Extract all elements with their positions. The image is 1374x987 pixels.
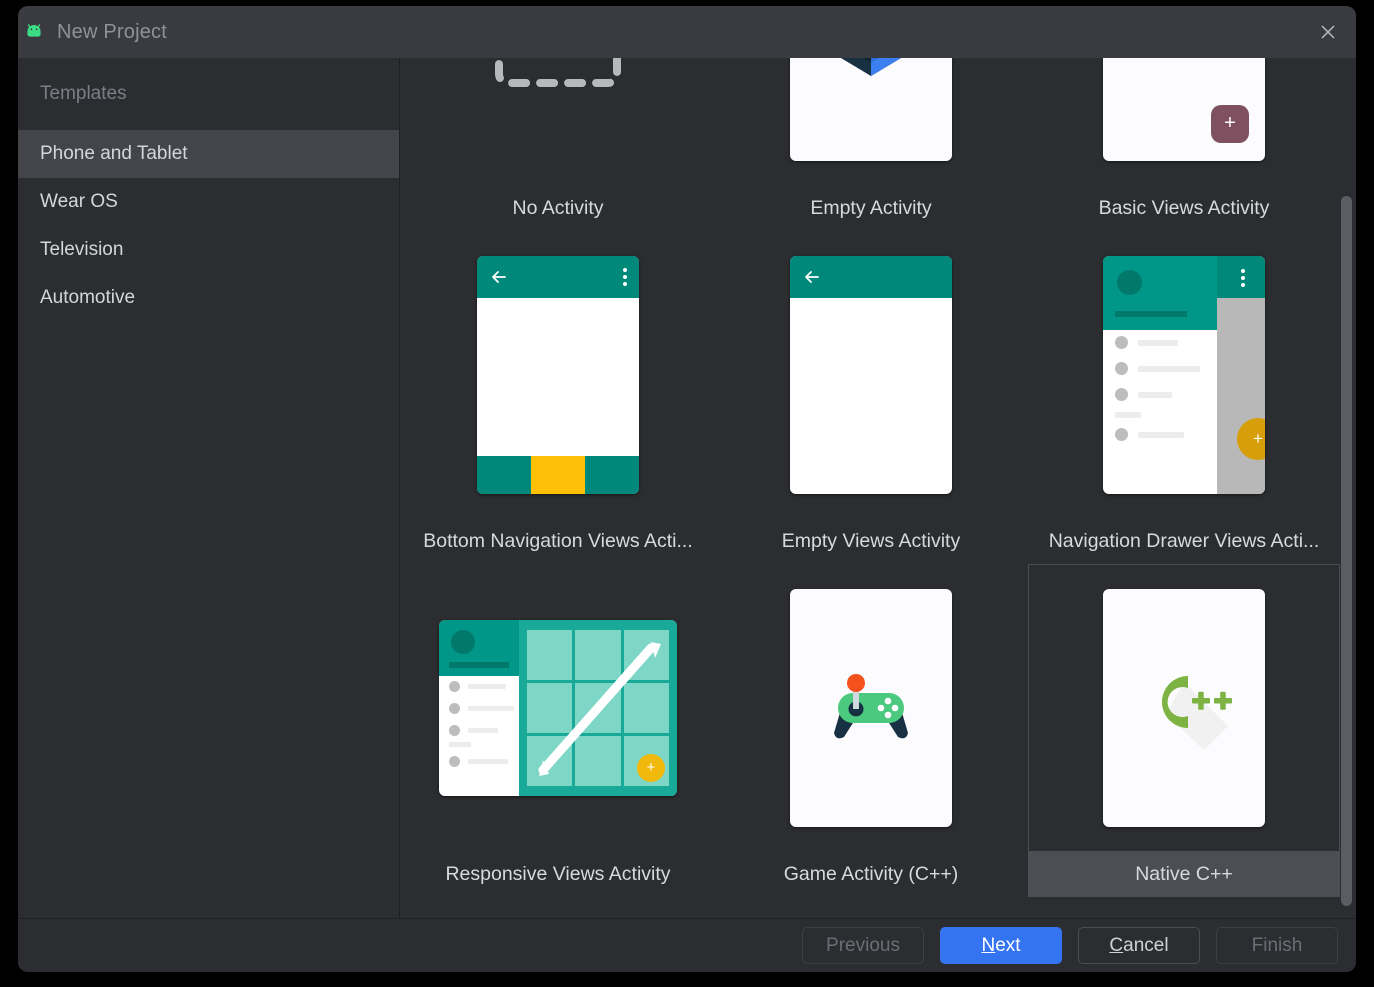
- new-project-dialog: New Project Templates Phone and Tablet W…: [18, 6, 1356, 972]
- template-thumbnail: [402, 58, 714, 185]
- template-thumbnail: [715, 231, 1027, 518]
- template-card-responsive-views-activity[interactable]: + Responsive Views Activity: [402, 564, 714, 897]
- sidebar-item-label: Phone and Tablet: [40, 143, 188, 164]
- overflow-menu-icon: [623, 267, 627, 289]
- previous-button[interactable]: Previous: [802, 927, 924, 964]
- cancel-rest: ancel: [1123, 934, 1169, 956]
- back-arrow-icon: [492, 270, 506, 283]
- dialog-title-bar: New Project: [18, 6, 1356, 58]
- floating-action-button-icon: +: [637, 753, 665, 782]
- list-item: [439, 676, 519, 698]
- app-bar: [790, 255, 952, 298]
- dialog-title: New Project: [57, 20, 168, 43]
- close-icon[interactable]: [1300, 6, 1356, 58]
- list-item: [1103, 422, 1217, 448]
- next-button[interactable]: Next: [940, 927, 1062, 964]
- template-card-navigation-drawer-views-activity[interactable]: + Navigation Drawer Views Acti...: [1028, 231, 1340, 564]
- cplusplus-logo-icon: [1103, 589, 1265, 827]
- list-item: [439, 698, 519, 720]
- finish-button[interactable]: Finish: [1216, 927, 1338, 964]
- drawer-item-list: [439, 675, 519, 784]
- gamepad-icon: [790, 588, 952, 827]
- list-item: [1103, 356, 1217, 382]
- template-card-native-cpp[interactable]: Native C++: [1028, 564, 1340, 897]
- template-label: Bottom Navigation Views Acti...: [423, 529, 693, 552]
- app-bar: [477, 255, 639, 298]
- template-thumbnail: [1028, 564, 1340, 851]
- template-thumbnail: +: [1028, 58, 1340, 185]
- next-rest: ext: [995, 934, 1021, 956]
- sidebar-header: Templates: [40, 83, 127, 104]
- dialog-button-bar: Previous Next Cancel Finish: [18, 918, 1356, 972]
- template-card-no-activity[interactable]: No Activity: [402, 58, 714, 231]
- template-thumbnail: +: [1028, 231, 1340, 518]
- cancel-button[interactable]: Cancel: [1078, 927, 1200, 964]
- template-thumbnail: [402, 231, 714, 518]
- avatar: [451, 629, 475, 654]
- sidebar-item-label: Automotive: [40, 287, 136, 308]
- dialog-body: Templates Phone and Tablet Wear OS Telev…: [18, 58, 1356, 918]
- tablet-responsive-grid-icon: +: [439, 619, 677, 796]
- template-label: Empty Views Activity: [781, 529, 961, 552]
- template-label: Native C++: [1028, 851, 1340, 897]
- cancel-mnemonic: C: [1109, 934, 1124, 956]
- next-mnemonic: N: [981, 934, 996, 956]
- finish-button-label: Finish: [1251, 934, 1303, 956]
- sidebar-item-automotive[interactable]: Automotive: [18, 274, 399, 322]
- template-thumbnail: [715, 564, 1027, 851]
- sidebar-item-phone-and-tablet[interactable]: Phone and Tablet: [18, 130, 399, 178]
- templates-scroll-content: No Activity Empty Activity + Basic Views…: [401, 58, 1340, 897]
- template-thumbnail: [715, 58, 1027, 185]
- template-label: Game Activity (C++): [783, 862, 959, 885]
- template-card-game-activity-cpp[interactable]: Game Activity (C++): [715, 564, 1027, 897]
- overflow-menu-icon: [1241, 268, 1245, 290]
- dashed-rectangle-icon: [495, 58, 621, 92]
- phone-bottom-navigation-icon: [477, 255, 639, 494]
- templates-scrollbar-thumb[interactable]: [1341, 196, 1352, 906]
- jetpack-compose-logo-icon: [790, 58, 952, 161]
- template-label: Responsive Views Activity: [445, 862, 671, 885]
- templates-scrollbar-track[interactable]: [1340, 58, 1352, 918]
- phone-empty-appbar-icon: [790, 255, 952, 494]
- sidebar-item-wear-os[interactable]: Wear OS: [18, 178, 399, 226]
- templates-sidebar: Templates Phone and Tablet Wear OS Telev…: [18, 58, 400, 918]
- bottom-navigation-bar: [477, 455, 639, 494]
- template-card-basic-views-activity[interactable]: + Basic Views Activity: [1028, 58, 1340, 231]
- list-divider-label: [1115, 411, 1141, 418]
- list-item: [439, 720, 519, 742]
- template-label: No Activity: [512, 196, 604, 219]
- android-robot-icon: [23, 21, 45, 43]
- back-arrow-icon: [805, 270, 819, 283]
- floating-action-button-icon: +: [1211, 104, 1249, 143]
- next-button-label: Next: [981, 935, 1020, 957]
- phone-navigation-drawer-icon: +: [1103, 255, 1265, 494]
- phone-with-fab-icon: +: [1103, 58, 1265, 161]
- drawer-header: [439, 619, 519, 676]
- drawer-item-list: [1103, 330, 1217, 448]
- template-thumbnail: +: [402, 564, 714, 851]
- avatar: [1117, 269, 1142, 295]
- template-card-bottom-navigation-views-activity[interactable]: Bottom Navigation Views Acti...: [402, 231, 714, 564]
- list-item: [1103, 382, 1217, 408]
- template-label: Basic Views Activity: [1098, 196, 1270, 219]
- template-card-empty-views-activity[interactable]: Empty Views Activity: [715, 231, 1027, 564]
- previous-button-label: Previous: [826, 934, 900, 956]
- list-item: [439, 751, 519, 773]
- template-label: Navigation Drawer Views Acti...: [1048, 529, 1320, 552]
- cancel-button-label: Cancel: [1109, 935, 1168, 957]
- templates-grid-panel: No Activity Empty Activity + Basic Views…: [401, 58, 1356, 918]
- sidebar-item-television[interactable]: Television: [18, 226, 399, 274]
- list-item: [1103, 330, 1217, 356]
- template-label: Empty Activity: [810, 196, 932, 219]
- templates-grid: No Activity Empty Activity + Basic Views…: [401, 58, 1340, 897]
- drawer-header: [1103, 255, 1217, 330]
- template-card-empty-activity[interactable]: Empty Activity: [715, 58, 1027, 231]
- sidebar-item-label: Wear OS: [40, 191, 118, 212]
- sidebar-item-label: Television: [40, 239, 124, 260]
